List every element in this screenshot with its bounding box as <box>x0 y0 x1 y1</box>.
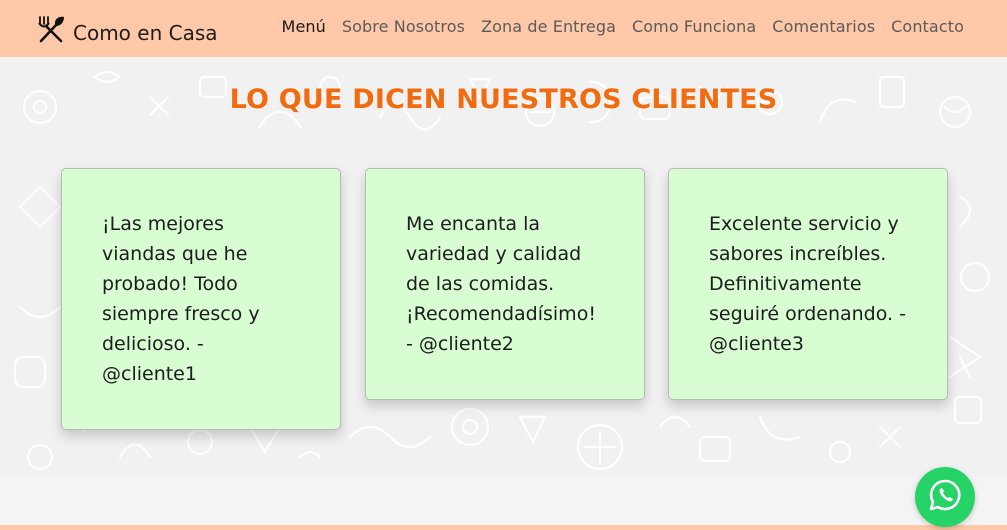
testimonial-text: Excelente servicio y sabores increíbles.… <box>709 213 906 355</box>
nav-item-sobre-nosotros[interactable]: Sobre Nosotros <box>342 17 465 36</box>
nav-item-como-funciona[interactable]: Como Funciona <box>632 17 756 36</box>
nav-item-zona-de-entrega[interactable]: Zona de Entrega <box>481 17 616 36</box>
navbar: Como en Casa Menú Sobre Nosotros Zona de… <box>0 0 1007 57</box>
brand-link[interactable]: Como en Casa <box>35 14 218 51</box>
whatsapp-icon <box>928 478 962 516</box>
nav-menu: Menú Sobre Nosotros Zona de Entrega Como… <box>282 17 964 36</box>
testimonial-card-2: Me encanta la variedad y calidad de las … <box>365 168 645 400</box>
testimonial-text: ¡Las mejores viandas que he probado! Tod… <box>102 213 260 385</box>
testimonial-card-3: Excelente servicio y sabores increíbles.… <box>668 168 948 400</box>
nav-item-comentarios[interactable]: Comentarios <box>772 17 875 36</box>
testimonial-card-1: ¡Las mejores viandas que he probado! Tod… <box>61 168 341 430</box>
footer-edge <box>0 525 1007 530</box>
fork-knife-icon <box>35 14 67 51</box>
section-title: LO QUE DICEN NUESTROS CLIENTES <box>229 84 778 115</box>
section-bottom <box>0 477 1007 525</box>
nav-item-contacto[interactable]: Contacto <box>891 17 964 36</box>
whatsapp-button[interactable] <box>915 467 975 527</box>
testimonial-text: Me encanta la variedad y calidad de las … <box>406 213 596 355</box>
nav-item-menu[interactable]: Menú <box>282 17 326 36</box>
brand-name: Como en Casa <box>73 20 218 45</box>
